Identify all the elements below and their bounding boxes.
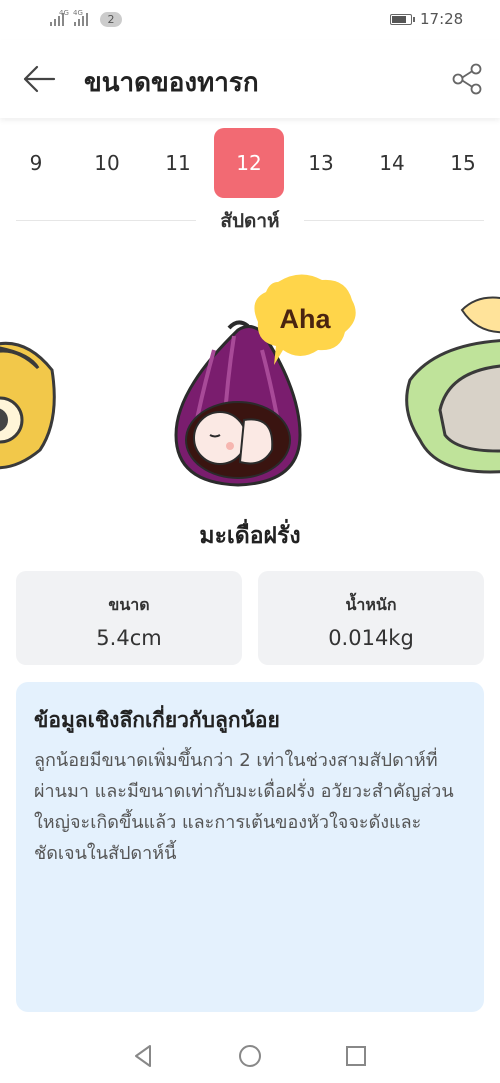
back-button[interactable]	[20, 62, 58, 96]
network-type-label-1: 4G	[59, 9, 69, 17]
app-bar: ขนาดของทารก	[0, 40, 500, 118]
fruit-illustrations: Aha	[0, 274, 500, 487]
week-item-9[interactable]: 9	[1, 128, 71, 198]
week-selector: 9 10 11 12 13 14 15	[0, 128, 500, 198]
system-nav-bar	[0, 1030, 500, 1083]
insight-body: ลูกน้อยมีขนาดเพิ่มขึ้นกว่า 2 เท่าในช่วงส…	[34, 750, 454, 864]
arrow-left-icon	[23, 65, 56, 93]
insight-card: ข้อมูลเชิงลึกเกี่ยวกับลูกน้อย ลูกน้อยมีข…	[16, 682, 484, 1012]
insight-title: ข้อมูลเชิงลึกเกี่ยวกับลูกน้อย	[34, 708, 280, 732]
week-item-11[interactable]: 11	[143, 128, 213, 198]
nav-recents-icon[interactable]	[345, 1045, 367, 1067]
sim-badge: 2	[100, 12, 122, 27]
size-card: ขนาด 5.4cm	[16, 571, 242, 665]
nav-back-icon[interactable]	[132, 1044, 154, 1068]
weight-value: 0.014kg	[328, 626, 414, 650]
size-value: 5.4cm	[96, 626, 162, 650]
week-label: สัปดาห์	[220, 210, 280, 232]
page-title: ขนาดของทารก	[84, 68, 259, 98]
nav-home-icon[interactable]	[238, 1044, 262, 1068]
week-item-14[interactable]: 14	[357, 128, 427, 198]
week-item-15[interactable]: 15	[428, 128, 498, 198]
week-label-row: สัปดาห์	[16, 204, 484, 236]
fruit-carousel[interactable]: Aha	[0, 270, 500, 500]
network-type-label-2: 4G	[73, 9, 83, 17]
share-icon	[452, 63, 482, 95]
status-bar: 4G 4G 2 17:28	[0, 0, 500, 40]
size-label: ขนาด	[108, 595, 150, 614]
weight-label: น้ำหนัก	[345, 595, 397, 614]
week-item-10[interactable]: 10	[72, 128, 142, 198]
week-item-13[interactable]: 13	[286, 128, 356, 198]
weight-card: น้ำหนัก 0.014kg	[258, 571, 484, 665]
fruit-name: มะเดื่อฝรั่ง	[199, 523, 301, 549]
aha-text: Aha	[279, 304, 331, 334]
next-fruit-image[interactable]	[405, 296, 500, 474]
battery-icon	[390, 14, 415, 25]
share-button[interactable]	[450, 62, 484, 96]
status-time: 17:28	[420, 10, 464, 28]
previous-fruit-image[interactable]	[0, 341, 56, 470]
week-item-12-selected[interactable]: 12	[214, 128, 284, 198]
